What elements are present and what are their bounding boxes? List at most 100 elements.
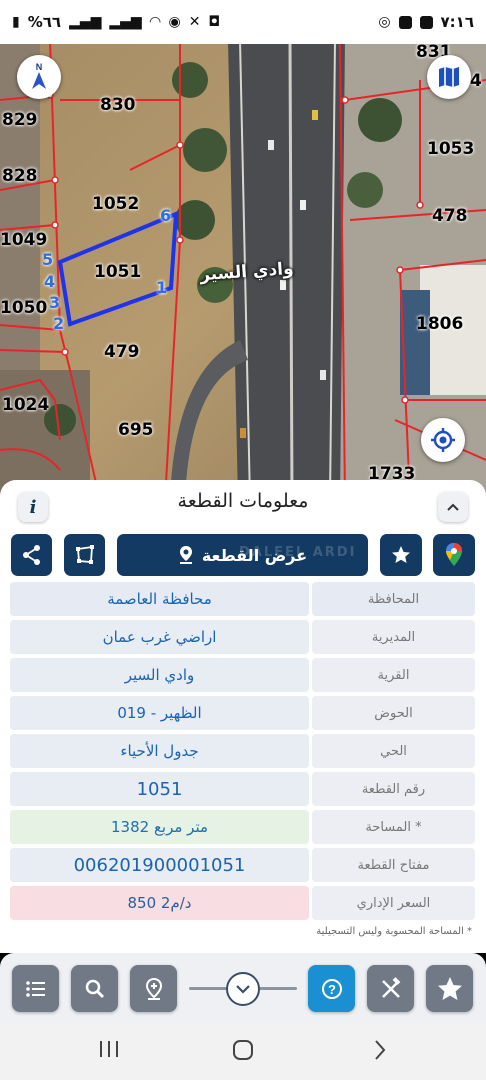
share-button[interactable]: [11, 534, 52, 576]
list-icon: [25, 980, 45, 997]
tools-button[interactable]: [367, 965, 414, 1012]
svg-text:?: ?: [328, 982, 336, 997]
home-button[interactable]: [232, 1039, 254, 1065]
parcel-label: 1052: [92, 194, 140, 214]
watermark-logo: DALEEL ARDI: [239, 545, 357, 560]
map-layers-button[interactable]: [427, 55, 471, 99]
detail-row-governorate: محافظة العاصمة المحافظة: [10, 582, 475, 616]
parcel-map[interactable]: 830 829 828 1052 1049 1051 1050 479 1024…: [0, 40, 486, 500]
clock: ٧:١٦: [440, 13, 474, 31]
list-button[interactable]: [12, 965, 59, 1012]
detail-value: جدول الأحياء: [10, 734, 309, 768]
status-bar: ▮ %٦٦ ▂▄▆ ▂▄▆ ◠ ◉ ✕ ◘ ◎ ٧:١٦: [0, 0, 486, 44]
detail-value: 1051: [10, 772, 309, 806]
parcel-label: 828: [2, 166, 38, 186]
detail-label: المحافظة: [312, 582, 475, 616]
show-parcel-button[interactable]: DALEEL ARDI عرض القطعة: [117, 534, 368, 576]
signal-icon: ▂▄▆: [69, 14, 102, 30]
favorites-icon: [437, 976, 462, 1000]
panel-header: i معلومات القطعة: [0, 480, 486, 532]
draw-shape-button[interactable]: [64, 534, 105, 576]
location-icon: ◉: [168, 14, 181, 30]
parcel-label: 1806: [416, 314, 464, 334]
parcel-label: 1053: [427, 139, 475, 159]
parcel-info-panel: i معلومات القطعة DALEEL ARDI عرض القطعة …: [0, 480, 486, 953]
help-icon: ?: [321, 978, 342, 999]
google-maps-button[interactable]: [433, 534, 475, 576]
favorite-button[interactable]: [380, 534, 422, 576]
detail-row-admin-price: 850 د/م2 السعر الإداري: [10, 886, 475, 920]
back-button[interactable]: [372, 1039, 388, 1065]
parcel-label: 1024: [2, 395, 50, 415]
area-footnote: * المساحة المحسوبة وليس التسجيلية: [316, 926, 472, 937]
detail-row-basin: الظهير - 019 الحوض: [10, 696, 475, 730]
svg-text:N: N: [36, 62, 43, 72]
panel-title: معلومات القطعة: [177, 490, 309, 512]
vertex-label: 1: [156, 278, 168, 297]
detail-row-village: وادي السير القرية: [10, 658, 475, 692]
detail-value: 1382 متر مربع: [10, 810, 309, 844]
mute-icon: ▮: [12, 14, 20, 30]
location-pin-icon: [179, 546, 192, 564]
detail-value: الظهير - 019: [10, 696, 309, 730]
action-bar: DALEEL ARDI عرض القطعة: [10, 534, 476, 576]
signal-icon-2: ▂▄▆: [109, 14, 142, 30]
detail-label: المساحة *: [312, 810, 475, 844]
parcel-label: 1049: [0, 230, 48, 250]
crosshair-icon: [431, 428, 455, 452]
google-maps-icon: [446, 543, 462, 566]
detail-row-area: 1382 متر مربع المساحة *: [10, 810, 475, 844]
home-icon: [233, 1040, 253, 1060]
parcel-label: 695: [118, 420, 154, 440]
star-icon: [392, 546, 410, 563]
compass-button[interactable]: N: [17, 55, 61, 99]
detail-row-directorate: اراضي غرب عمان المديرية: [10, 620, 475, 654]
whatsapp-icon: ◎: [378, 14, 391, 30]
vertex-label: 6: [160, 206, 172, 225]
favorites-button[interactable]: [426, 965, 473, 1012]
collapse-button[interactable]: [438, 492, 468, 522]
location-pin-icon: [145, 977, 162, 1000]
detail-row-parcel-key: 006201900001051 مفتاح القطعة: [10, 848, 475, 882]
detail-label: السعر الإداري: [312, 886, 475, 920]
detail-label: القرية: [312, 658, 475, 692]
detail-value: 006201900001051: [10, 848, 309, 882]
my-location-button[interactable]: [421, 418, 465, 462]
detail-label: المديرية: [312, 620, 475, 654]
status-right: ◎ ٧:١٦: [378, 13, 474, 31]
detail-label: الحي: [312, 734, 475, 768]
parcel-details: محافظة العاصمة المحافظة اراضي غرب عمان ا…: [10, 582, 475, 924]
toolbar-toggle-button[interactable]: [226, 972, 260, 1006]
help-button[interactable]: ?: [308, 965, 355, 1012]
image-icon: [398, 15, 412, 29]
parcel-label: 1050: [0, 298, 48, 318]
detail-value: وادي السير: [10, 658, 309, 692]
battery-percent: %٦٦: [27, 13, 62, 31]
detail-value: محافظة العاصمة: [10, 582, 309, 616]
bottom-toolbar: ?: [0, 953, 486, 1023]
map-icon: [439, 67, 459, 87]
detail-row-neighborhood: جدول الأحياء الحي: [10, 734, 475, 768]
parcel-label-selected: 1051: [94, 262, 142, 282]
detail-value: اراضي غرب عمان: [10, 620, 309, 654]
search-button[interactable]: [71, 965, 118, 1012]
locate-parcel-button[interactable]: [130, 965, 177, 1012]
chevron-up-icon: [447, 503, 459, 511]
vertex-label: 2: [53, 314, 65, 333]
screen-icon: [419, 15, 433, 29]
detail-value: 850 د/م2: [10, 886, 309, 920]
recent-apps-button[interactable]: [98, 1039, 120, 1063]
vertex-label: 3: [49, 293, 61, 312]
share-icon: [22, 545, 40, 565]
detail-label: الحوض: [312, 696, 475, 730]
parcel-label: 829: [2, 110, 38, 130]
polygon-icon: [75, 545, 94, 564]
vertex-label: 5: [42, 250, 54, 269]
vertex-label: 4: [44, 272, 56, 291]
detail-label: مفتاح القطعة: [312, 848, 475, 882]
tools-icon: [381, 976, 400, 998]
parcel-label: 830: [100, 95, 136, 115]
detail-label: رقم القطعة: [312, 772, 475, 806]
system-nav-bar: [0, 1023, 486, 1080]
wifi-icon: ◠: [149, 14, 161, 30]
